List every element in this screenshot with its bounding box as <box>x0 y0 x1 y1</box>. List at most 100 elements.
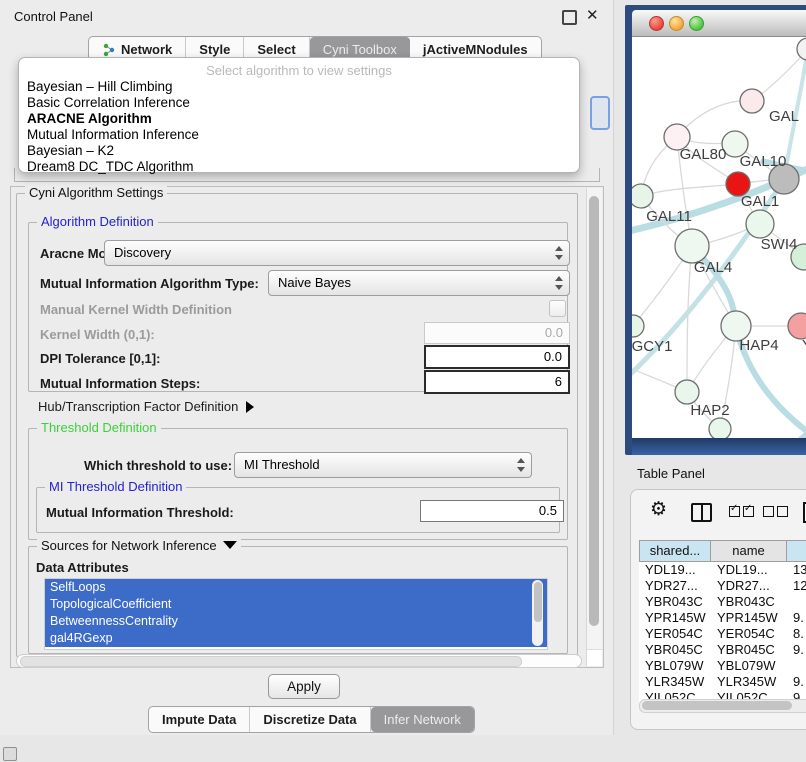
table-panel: ⚙ shared...nameA YDL19...YDL19...13YDR27… <box>630 489 806 730</box>
collapsed-panel-handle[interactable] <box>3 747 17 761</box>
apply-button[interactable]: Apply <box>268 674 340 699</box>
scrollbar-corner <box>587 649 602 666</box>
tab-label: Cyni Toolbox <box>323 42 397 57</box>
float-window-icon[interactable] <box>562 10 577 25</box>
cyni-settings-title: Cyni Algorithm Settings <box>25 185 167 200</box>
close-traffic-light[interactable] <box>649 16 664 31</box>
network-node-gal[interactable] <box>740 89 764 113</box>
table-header-row: shared...nameA <box>639 540 806 562</box>
kernel-width-field[interactable]: 0.0 <box>424 322 570 344</box>
columns-icon[interactable] <box>691 503 712 522</box>
zoom-traffic-light[interactable] <box>689 16 704 31</box>
dpi-tolerance-field[interactable]: 0.0 <box>424 345 570 369</box>
control-panel: Control Panel ✕ NetworkStyleSelectCyni T… <box>0 0 614 735</box>
mi-steps-field[interactable]: 6 <box>424 370 570 394</box>
deselect-all-checkboxes-icon[interactable] <box>763 506 788 517</box>
network-node-y[interactable] <box>788 313 806 339</box>
attribute-list-item[interactable]: SelfLoops <box>45 579 547 596</box>
table-horizontal-scrollbar[interactable] <box>639 699 806 713</box>
checked-box-icon <box>743 506 754 517</box>
table-row[interactable]: YLR345WYLR345W9. <box>639 674 806 690</box>
scrollbar-thumb[interactable] <box>642 701 792 710</box>
table-row[interactable]: YBR045CYBR045C9. <box>639 642 806 658</box>
close-icon[interactable]: ✕ <box>586 6 599 24</box>
settings-vertical-scrollbar[interactable] <box>586 188 602 666</box>
algorithm-definition-title: Algorithm Definition <box>37 214 158 229</box>
table-cell: YBL079W <box>711 658 787 674</box>
algorithm-option[interactable]: Basic Correlation Inference <box>27 95 571 111</box>
network-node[interactable] <box>709 418 731 438</box>
mi-threshold-field[interactable]: 0.5 <box>420 500 564 522</box>
tab-impute-data[interactable]: Impute Data <box>149 707 250 732</box>
network-graph: GALGAL80GAL10GAL1GAL11SWI4GAL4GCY1HAP4YH… <box>632 37 806 438</box>
table-row[interactable]: YDR27...YDR27...12 <box>639 578 806 594</box>
table-row[interactable]: YBR043CYBR043C <box>639 594 806 610</box>
settings-horizontal-scrollbar[interactable] <box>16 654 582 668</box>
network-canvas[interactable]: GALGAL80GAL10GAL1GAL11SWI4GAL4GCY1HAP4YH… <box>632 37 806 438</box>
manual-kernel-checkbox[interactable] <box>549 300 566 317</box>
table-row[interactable]: YBL079WYBL079W <box>639 658 806 674</box>
node-label-gal: GAL <box>769 108 799 125</box>
table-cell: YDR27... <box>639 578 711 594</box>
aracne-mode-value: Discovery <box>114 245 171 260</box>
attribute-list-item[interactable]: TopologicalCoefficient <box>45 596 547 613</box>
table-row[interactable]: YER054CYER054C8. <box>639 626 806 642</box>
table-cell: YPR145W <box>711 610 787 626</box>
node-label-hap4: HAP4 <box>739 337 778 354</box>
network-window-titlebar[interactable] <box>632 10 806 37</box>
mi-threshold-label: Mutual Information Threshold: <box>46 505 234 520</box>
column-header-name[interactable]: name <box>711 540 787 562</box>
manual-kernel-label: Manual Kernel Width Definition <box>40 302 232 317</box>
which-threshold-select[interactable]: MI Threshold <box>234 452 532 478</box>
attribute-list-scrollbar[interactable] <box>532 580 543 646</box>
tab-label: Impute Data <box>162 712 236 727</box>
algorithm-option[interactable]: Dream8 DC_TDC Algorithm <box>27 159 571 175</box>
sources-title-text: Sources for Network Inference <box>41 538 217 553</box>
sources-group-title[interactable]: Sources for Network Inference <box>37 538 241 553</box>
stepper-icon <box>516 457 525 473</box>
gear-icon[interactable]: ⚙ <box>650 500 667 520</box>
tab-discretize-data[interactable]: Discretize Data <box>250 707 370 732</box>
table-cell: YBR043C <box>639 594 711 610</box>
network-node-gcy1[interactable] <box>632 315 644 337</box>
collapsed-arrow-icon <box>246 401 254 413</box>
which-threshold-label: Which threshold to use: <box>84 458 232 473</box>
scrollbar-thumb[interactable] <box>20 656 522 667</box>
node-label-gcy1: GCY1 <box>632 338 672 355</box>
network-node-swi4[interactable] <box>746 210 774 238</box>
column-header-A[interactable]: A <box>787 540 806 562</box>
table-cell: YDR27... <box>711 578 787 594</box>
table-row[interactable]: YPR145WYPR145W9. <box>639 610 806 626</box>
scrollbar-thumb[interactable] <box>589 196 599 626</box>
node-label-hap2: HAP2 <box>690 402 729 419</box>
dpi-tolerance-label: DPI Tolerance [0,1]: <box>40 351 160 366</box>
algorithm-option[interactable]: Bayesian – K2 <box>27 143 571 159</box>
stepper-icon <box>554 275 563 291</box>
algorithm-option[interactable]: Mutual Information Inference <box>27 127 571 143</box>
algorithm-option[interactable]: ARACNE Algorithm <box>27 111 571 127</box>
algorithm-option[interactable]: Bayesian – Hill Climbing <box>27 79 571 95</box>
minimize-traffic-light[interactable] <box>669 16 684 31</box>
mi-type-select[interactable]: Naive Bayes <box>268 270 570 296</box>
table-row[interactable]: YDL19...YDL19...13 <box>639 562 806 578</box>
attribute-list-item[interactable]: gal4RGexp <box>45 630 547 647</box>
network-node-gal11[interactable] <box>632 184 653 208</box>
table-cell: 8. <box>787 626 806 642</box>
data-attributes-label: Data Attributes <box>36 560 129 575</box>
algorithm-option-list: Bayesian – Hill ClimbingBasic Correlatio… <box>27 79 571 175</box>
hub-definition-header[interactable]: Hub/Transcription Factor Definition <box>38 399 254 414</box>
tab-infer-network[interactable]: Infer Network <box>371 707 474 732</box>
column-header-shared[interactable]: shared... <box>639 540 711 562</box>
select-all-checkboxes-icon[interactable] <box>729 506 754 517</box>
network-view-window: GALGAL80GAL10GAL1GAL11SWI4GAL4GCY1HAP4YH… <box>625 5 806 455</box>
mi-type-label: Mutual Information Algorithm Type: <box>40 276 259 291</box>
table-cell: YBR043C <box>711 594 787 610</box>
aracne-mode-select[interactable]: Discovery <box>104 240 570 266</box>
network-node-hap2[interactable] <box>675 380 699 404</box>
scrollbar-thumb[interactable] <box>534 582 542 622</box>
attribute-list-item[interactable]: BetweennessCentrality <box>45 613 547 630</box>
network-node-gal4[interactable] <box>675 229 709 263</box>
node-label-gal4: GAL4 <box>694 259 732 276</box>
kernel-width-label: Kernel Width (0,1): <box>40 327 155 342</box>
network-node[interactable] <box>797 38 806 60</box>
